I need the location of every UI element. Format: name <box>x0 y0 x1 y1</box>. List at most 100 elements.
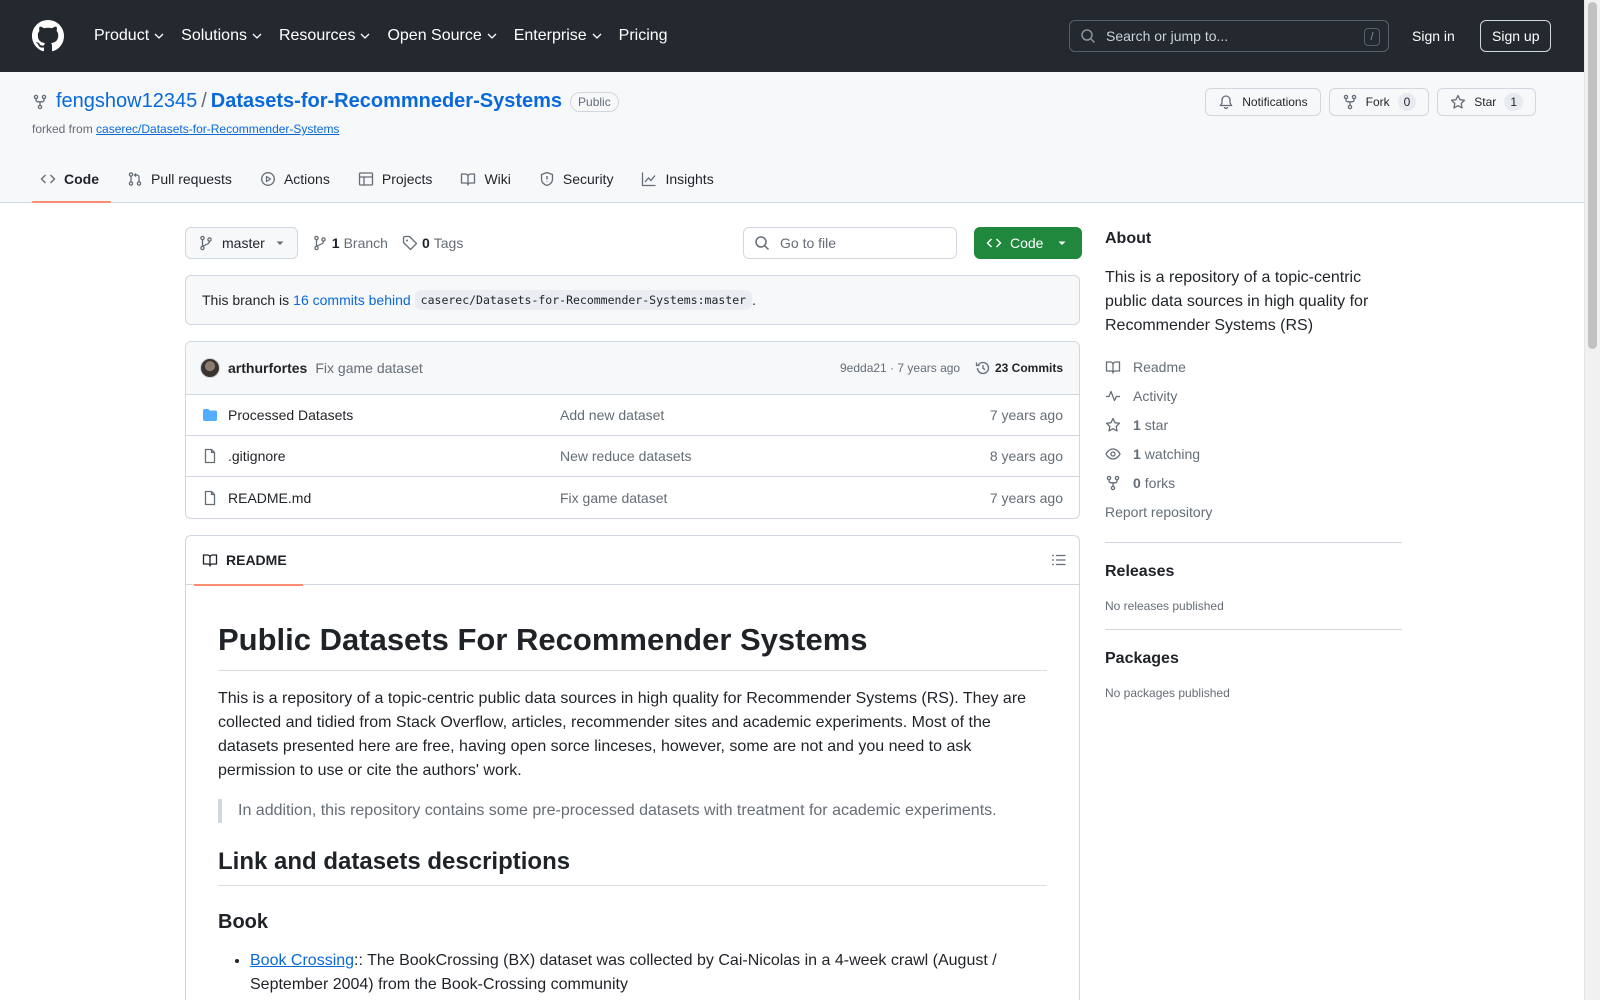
star-icon <box>1451 94 1466 109</box>
tab-security[interactable]: Security <box>531 155 626 203</box>
sign-in-link[interactable]: Sign in <box>1404 20 1463 52</box>
file-row[interactable]: .gitignore New reduce datasets 8 years a… <box>186 436 1079 477</box>
code-icon <box>40 174 56 184</box>
commit-author-link[interactable]: arthurfortes <box>228 360 307 376</box>
nav-enterprise[interactable]: Enterprise <box>506 20 611 52</box>
commit-sha-time[interactable]: 9edda21 · 7 years ago <box>840 361 960 375</box>
watchers-link[interactable]: 1 watching <box>1105 439 1402 468</box>
repo-owner-link[interactable]: fengshow12345 <box>56 90 197 113</box>
stars-link[interactable]: 1 star <box>1105 410 1402 439</box>
outline-list-icon[interactable] <box>1051 552 1067 568</box>
shield-icon <box>540 171 554 187</box>
code-dropdown-button[interactable]: Code <box>974 227 1082 259</box>
readme-content: Public Datasets For Recommender Systems … <box>186 585 1079 997</box>
nav-solutions[interactable]: Solutions <box>173 20 271 52</box>
file-row[interactable]: Processed Datasets Add new dataset 7 yea… <box>186 395 1079 436</box>
code-icon <box>986 238 1002 248</box>
tab-actions[interactable]: Actions <box>252 155 342 203</box>
page-scrollbar[interactable] <box>1584 0 1600 1000</box>
file-icon <box>204 448 216 464</box>
repo-main: master 1 Branch 0 Tags Go to file Code T… <box>185 227 1082 1000</box>
nav-product[interactable]: Product <box>86 20 173 52</box>
commits-history-link[interactable]: 23 Commits <box>975 360 1063 376</box>
graph-icon <box>642 172 656 187</box>
file-commit-message[interactable]: Add new dataset <box>560 407 664 423</box>
report-repository-link[interactable]: Report repository <box>1105 497 1402 526</box>
star-icon <box>1105 417 1121 432</box>
file-name-link[interactable]: .gitignore <box>228 448 286 464</box>
packages-heading-link[interactable]: Packages <box>1105 650 1402 668</box>
readme-section-heading: Link and datasets descriptions <box>218 847 1047 886</box>
packages-empty-text: No packages published <box>1105 686 1230 700</box>
readme-quote: In addition, this repository contains so… <box>218 798 1047 823</box>
branch-count: 1 <box>331 235 340 251</box>
file-name-link[interactable]: Processed Datasets <box>228 407 353 423</box>
search-icon <box>755 236 770 251</box>
forked-from: forked from caserec/Datasets-for-Recomme… <box>32 122 339 136</box>
commit-message-link[interactable]: Fix game dataset <box>315 360 422 376</box>
folder-icon <box>203 409 217 421</box>
file-name-cell: .gitignore <box>202 448 286 464</box>
tab-insights[interactable]: Insights <box>633 155 725 203</box>
readme-header: README <box>186 536 1079 586</box>
table-icon <box>358 172 374 186</box>
releases-heading-link[interactable]: Releases <box>1105 563 1402 581</box>
scrollbar-thumb[interactable] <box>1588 2 1597 349</box>
readme-tab[interactable]: README <box>194 536 303 586</box>
nav-label: Solutions <box>181 27 247 44</box>
behind-suffix: . <box>752 292 756 308</box>
tab-label: Actions <box>283 171 330 187</box>
forks-link[interactable]: 0 forks <box>1105 468 1402 497</box>
notifications-button[interactable]: Notifications <box>1205 88 1321 116</box>
forked-from-link[interactable]: caserec/Datasets-for-Recommender-Systems <box>96 122 339 136</box>
star-button[interactable]: Star 1 <box>1437 88 1536 116</box>
side-link-label: Report repository <box>1105 503 1213 520</box>
dataset-link[interactable]: Book Crossing <box>250 952 354 969</box>
visibility-badge: Public <box>570 91 619 112</box>
file-name-link[interactable]: README.md <box>228 490 311 506</box>
readme-link[interactable]: Readme <box>1105 352 1402 381</box>
side-link-label: star <box>1144 416 1169 433</box>
file-browser: arthurfortes Fix game dataset 9edda21 · … <box>185 341 1080 519</box>
nav-open-source[interactable]: Open Source <box>379 20 505 52</box>
branches-link[interactable]: 1 Branch <box>312 235 388 251</box>
avatar[interactable] <box>200 358 220 378</box>
nav-pricing[interactable]: Pricing <box>611 20 676 52</box>
file-commit-message[interactable]: New reduce datasets <box>560 448 692 464</box>
sign-up-button[interactable]: Sign up <box>1480 20 1552 52</box>
about-links: Readme Activity 1 star 1 watching 0 fork… <box>1105 352 1402 526</box>
releases-heading: Releases <box>1105 563 1175 580</box>
file-row[interactable]: README.md Fix game dataset 7 years ago <box>186 477 1079 518</box>
repo-tabs: Code Pull requests Actions Projects Wiki… <box>32 155 734 203</box>
file-commit-message[interactable]: Fix game dataset <box>560 490 667 506</box>
repo-name-link[interactable]: Datasets-for-Recommneder-Systems <box>211 90 562 113</box>
history-icon <box>975 361 990 375</box>
tab-projects[interactable]: Projects <box>350 155 445 203</box>
repo-actions: Notifications Fork 0 Star 1 <box>1205 88 1536 116</box>
tab-label: Pull requests <box>151 171 232 187</box>
play-icon <box>260 172 275 186</box>
nav-resources[interactable]: Resources <box>271 20 379 52</box>
global-search-input[interactable]: Search or jump to... / <box>1069 20 1389 52</box>
repo-forked-icon <box>33 94 47 109</box>
file-icon <box>204 490 216 505</box>
go-to-file-input[interactable]: Go to file <box>743 227 957 259</box>
pull-request-icon <box>128 172 142 186</box>
caret-down-icon <box>276 241 284 245</box>
tab-wiki[interactable]: Wiki <box>452 155 522 203</box>
watchers-count: 1 <box>1133 445 1141 462</box>
tags-link[interactable]: 0 Tags <box>402 235 463 251</box>
tag-label: Tags <box>433 235 464 251</box>
nav-label: Enterprise <box>513 27 587 44</box>
nav-label: Pricing <box>618 27 668 44</box>
chevron-down-icon <box>252 33 262 39</box>
github-logo-icon[interactable] <box>32 20 64 52</box>
activity-link[interactable]: Activity <box>1105 381 1402 410</box>
commits-behind-link[interactable]: 16 commits behind <box>293 292 411 308</box>
packages-heading: Packages <box>1105 650 1179 667</box>
fork-button[interactable]: Fork 0 <box>1328 88 1430 116</box>
tab-code[interactable]: Code <box>32 155 111 203</box>
branch-select-button[interactable]: master <box>185 227 298 259</box>
global-header: Product Solutions Resources Open Source … <box>0 0 1584 72</box>
tab-pull-requests[interactable]: Pull requests <box>119 155 244 203</box>
